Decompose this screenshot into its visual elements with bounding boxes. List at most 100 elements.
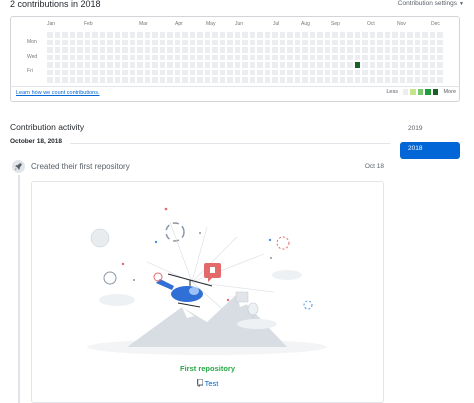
contribution-day[interactable] <box>339 32 345 38</box>
contribution-day[interactable] <box>392 47 398 53</box>
contribution-day[interactable] <box>197 77 203 83</box>
contribution-day[interactable] <box>212 39 218 45</box>
contribution-day[interactable] <box>144 77 150 83</box>
contribution-day[interactable] <box>99 32 105 38</box>
contribution-day[interactable] <box>212 54 218 60</box>
contribution-day[interactable] <box>264 62 270 68</box>
contribution-day[interactable] <box>242 54 248 60</box>
contribution-day[interactable] <box>92 54 98 60</box>
contribution-day[interactable] <box>287 77 293 83</box>
contribution-day[interactable] <box>407 69 413 75</box>
contribution-day[interactable] <box>122 54 128 60</box>
contribution-day[interactable] <box>369 54 375 60</box>
contribution-day[interactable] <box>137 77 143 83</box>
contribution-day[interactable] <box>324 47 330 53</box>
contribution-day[interactable] <box>92 39 98 45</box>
contribution-day[interactable] <box>99 39 105 45</box>
contribution-day[interactable] <box>152 39 158 45</box>
contribution-day[interactable] <box>429 32 435 38</box>
contribution-day[interactable] <box>249 62 255 68</box>
contribution-day[interactable] <box>414 47 420 53</box>
contribution-day[interactable] <box>144 69 150 75</box>
contribution-day[interactable] <box>189 77 195 83</box>
contribution-day[interactable] <box>159 69 165 75</box>
contribution-day[interactable] <box>242 47 248 53</box>
contribution-day[interactable] <box>279 47 285 53</box>
contribution-day[interactable] <box>362 32 368 38</box>
contribution-day[interactable] <box>137 62 143 68</box>
contribution-day[interactable] <box>227 62 233 68</box>
contribution-day[interactable] <box>174 69 180 75</box>
contribution-day[interactable] <box>84 47 90 53</box>
contribution-day[interactable] <box>324 39 330 45</box>
contribution-day[interactable] <box>272 39 278 45</box>
contribution-day[interactable] <box>47 69 53 75</box>
contribution-day[interactable] <box>407 47 413 53</box>
contribution-day[interactable] <box>392 69 398 75</box>
contribution-day[interactable] <box>332 32 338 38</box>
contribution-day[interactable] <box>129 47 135 53</box>
contribution-day[interactable] <box>54 54 60 60</box>
contribution-day[interactable] <box>257 47 263 53</box>
contribution-day[interactable] <box>137 32 143 38</box>
contribution-day[interactable] <box>437 54 443 60</box>
contribution-day[interactable] <box>242 62 248 68</box>
contribution-day[interactable] <box>234 47 240 53</box>
contribution-day[interactable] <box>249 69 255 75</box>
contribution-day[interactable] <box>167 47 173 53</box>
contribution-day[interactable] <box>294 39 300 45</box>
contribution-day[interactable] <box>377 69 383 75</box>
contribution-day[interactable] <box>219 54 225 60</box>
contribution-day[interactable] <box>219 69 225 75</box>
contribution-day[interactable] <box>197 32 203 38</box>
contribution-day[interactable] <box>279 77 285 83</box>
contribution-day[interactable] <box>77 39 83 45</box>
contribution-day[interactable] <box>392 32 398 38</box>
contribution-day[interactable] <box>287 62 293 68</box>
contribution-day[interactable] <box>324 69 330 75</box>
contribution-day[interactable] <box>47 54 53 60</box>
contribution-day[interactable] <box>437 32 443 38</box>
contribution-day[interactable] <box>77 69 83 75</box>
contribution-day[interactable] <box>182 69 188 75</box>
contribution-day[interactable] <box>152 54 158 60</box>
contribution-day[interactable] <box>317 54 323 60</box>
contribution-day[interactable] <box>309 69 315 75</box>
contribution-day[interactable] <box>54 77 60 83</box>
contribution-day[interactable] <box>309 62 315 68</box>
contribution-day[interactable] <box>257 77 263 83</box>
contribution-day[interactable] <box>227 39 233 45</box>
contribution-day[interactable] <box>152 77 158 83</box>
contribution-day[interactable] <box>339 54 345 60</box>
contribution-day[interactable] <box>69 47 75 53</box>
contribution-day[interactable] <box>62 69 68 75</box>
contribution-day[interactable] <box>279 62 285 68</box>
contribution-day[interactable] <box>362 47 368 53</box>
contribution-day[interactable] <box>332 47 338 53</box>
contribution-day[interactable] <box>92 62 98 68</box>
contribution-day[interactable] <box>354 39 360 45</box>
year-item-2019[interactable]: 2019 <box>400 122 460 139</box>
contribution-day[interactable] <box>69 62 75 68</box>
contribution-day[interactable] <box>309 32 315 38</box>
contribution-day[interactable] <box>62 39 68 45</box>
contribution-day[interactable] <box>429 77 435 83</box>
contribution-day[interactable] <box>77 54 83 60</box>
contribution-day[interactable] <box>422 32 428 38</box>
contribution-day[interactable] <box>377 47 383 53</box>
contribution-day[interactable] <box>152 69 158 75</box>
contribution-day[interactable] <box>204 69 210 75</box>
contribution-day[interactable] <box>144 32 150 38</box>
contribution-day[interactable] <box>414 62 420 68</box>
contribution-day[interactable] <box>197 62 203 68</box>
contribution-day[interactable] <box>182 47 188 53</box>
contribution-day[interactable] <box>92 69 98 75</box>
contribution-day[interactable] <box>69 69 75 75</box>
contribution-day[interactable] <box>219 77 225 83</box>
contribution-day[interactable] <box>354 54 360 60</box>
contribution-day[interactable] <box>197 69 203 75</box>
contribution-day[interactable] <box>174 54 180 60</box>
contribution-day[interactable] <box>362 77 368 83</box>
contribution-day[interactable] <box>47 47 53 53</box>
contribution-day[interactable] <box>317 62 323 68</box>
